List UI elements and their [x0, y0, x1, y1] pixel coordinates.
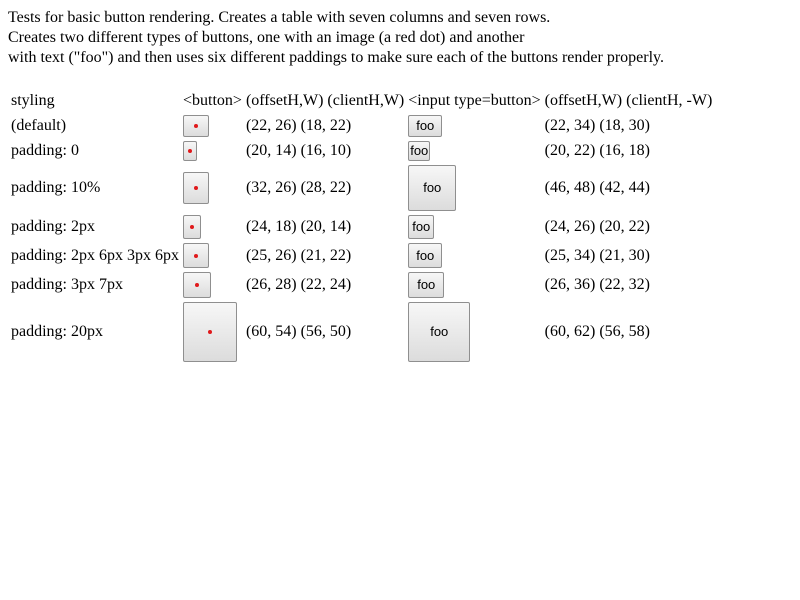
- table-row: padding: 20px (60, 54) (56, 50) foo (60,…: [10, 301, 713, 363]
- button-dimensions: (24, 18) (20, 14): [245, 218, 352, 236]
- table-row: padding: 10% (32, 26) (28, 22) foo (46, …: [10, 164, 713, 212]
- button-cell: [182, 301, 243, 363]
- description-line-2: Creates two different types of buttons, …: [8, 29, 525, 46]
- header-button: <button>: [183, 92, 242, 109]
- dot-button[interactable]: [183, 215, 201, 240]
- styling-label: padding: 2px: [11, 218, 95, 236]
- description-line-1: Tests for basic button rendering. Create…: [8, 9, 551, 26]
- input-button-cell: foo: [407, 164, 541, 212]
- table-row: padding: 0 (20, 14) (16, 10) foo (20, 22…: [10, 140, 713, 162]
- input-dimensions: (24, 26) (20, 22): [544, 218, 650, 236]
- red-dot-icon: [190, 225, 194, 230]
- dot-button[interactable]: [183, 141, 197, 162]
- dot-button[interactable]: [183, 302, 237, 363]
- header-input-button: <input type=button>: [408, 92, 541, 109]
- input-button-cell: foo: [407, 140, 541, 162]
- table-row: (default) (22, 26) (18, 22) foo (22, 34)…: [10, 114, 713, 138]
- button-dimensions: (22, 26) (18, 22): [245, 117, 352, 134]
- red-dot-icon: [208, 330, 212, 335]
- foo-input-button[interactable]: foo: [408, 165, 457, 212]
- foo-input-button[interactable]: foo: [408, 115, 443, 137]
- input-button-cell: foo: [407, 214, 541, 240]
- red-dot-icon: [188, 149, 192, 154]
- foo-input-button[interactable]: foo: [408, 243, 443, 269]
- red-dot-icon: [194, 186, 198, 191]
- button-cell: [182, 114, 243, 138]
- red-dot-icon: [194, 124, 198, 128]
- input-button-cell: foo: [407, 114, 541, 138]
- button-cell: [182, 164, 243, 212]
- header-styling: styling: [11, 92, 55, 109]
- styling-label: padding: 2px 6px 3px 6px: [11, 246, 179, 264]
- header-row: styling <button> (offsetH,W) (clientH,W)…: [10, 90, 713, 112]
- red-dot-icon: [194, 253, 198, 258]
- input-dimensions: (26, 36) (22, 32): [544, 276, 650, 294]
- table-row: padding: 2px (24, 18) (20, 14) foo (24, …: [10, 214, 713, 240]
- button-dimensions: (20, 14) (16, 10): [245, 142, 352, 160]
- dot-button[interactable]: [183, 115, 209, 137]
- input-button-cell: foo: [407, 242, 541, 269]
- table-row: padding: 2px 6px 3px 6px (25, 26) (21, 2…: [10, 242, 713, 269]
- button-dimensions: (60, 54) (56, 50): [245, 323, 352, 341]
- dot-button[interactable]: [183, 272, 211, 299]
- red-dot-icon: [195, 283, 199, 288]
- input-button-cell: foo: [407, 301, 541, 363]
- button-cell: [182, 214, 243, 240]
- button-dimensions: (25, 26) (21, 22): [245, 246, 352, 264]
- header-input-dims: (offsetH,W) (clientH, -W): [544, 92, 713, 109]
- styling-label: padding: 3px 7px: [11, 276, 123, 294]
- dot-button[interactable]: [183, 243, 209, 269]
- table-row: padding: 3px 7px (26, 28) (22, 24) foo (…: [10, 271, 713, 299]
- header-button-dims: (offsetH,W) (clientH,W): [245, 92, 405, 109]
- foo-input-button[interactable]: foo: [408, 302, 471, 363]
- button-cell: [182, 140, 243, 162]
- input-button-cell: foo: [407, 271, 541, 299]
- styling-label: (default): [11, 117, 67, 134]
- button-cell: [182, 271, 243, 299]
- styling-label: padding: 0: [11, 142, 79, 160]
- foo-input-button[interactable]: foo: [408, 141, 431, 162]
- foo-input-button[interactable]: foo: [408, 272, 445, 299]
- input-dimensions: (46, 48) (42, 44): [544, 179, 650, 197]
- input-dimensions: (20, 22) (16, 18): [544, 142, 650, 160]
- input-dimensions: (22, 34) (18, 30): [544, 117, 650, 134]
- button-cell: [182, 242, 243, 269]
- description-line-3: with text ("foo") and then uses six diff…: [8, 49, 664, 66]
- input-dimensions: (60, 62) (56, 58): [544, 323, 650, 341]
- input-dimensions: (25, 34) (21, 30): [544, 246, 650, 264]
- dot-button[interactable]: [183, 172, 209, 205]
- button-dimensions: (32, 26) (28, 22): [245, 179, 352, 197]
- button-dimensions: (26, 28) (22, 24): [245, 276, 352, 294]
- test-description: Tests for basic button rendering. Create…: [8, 8, 788, 68]
- foo-input-button[interactable]: foo: [408, 215, 435, 240]
- button-test-table: styling <button> (offsetH,W) (clientH,W)…: [8, 88, 715, 365]
- styling-label: padding: 20px: [11, 323, 103, 341]
- styling-label: padding: 10%: [11, 179, 101, 197]
